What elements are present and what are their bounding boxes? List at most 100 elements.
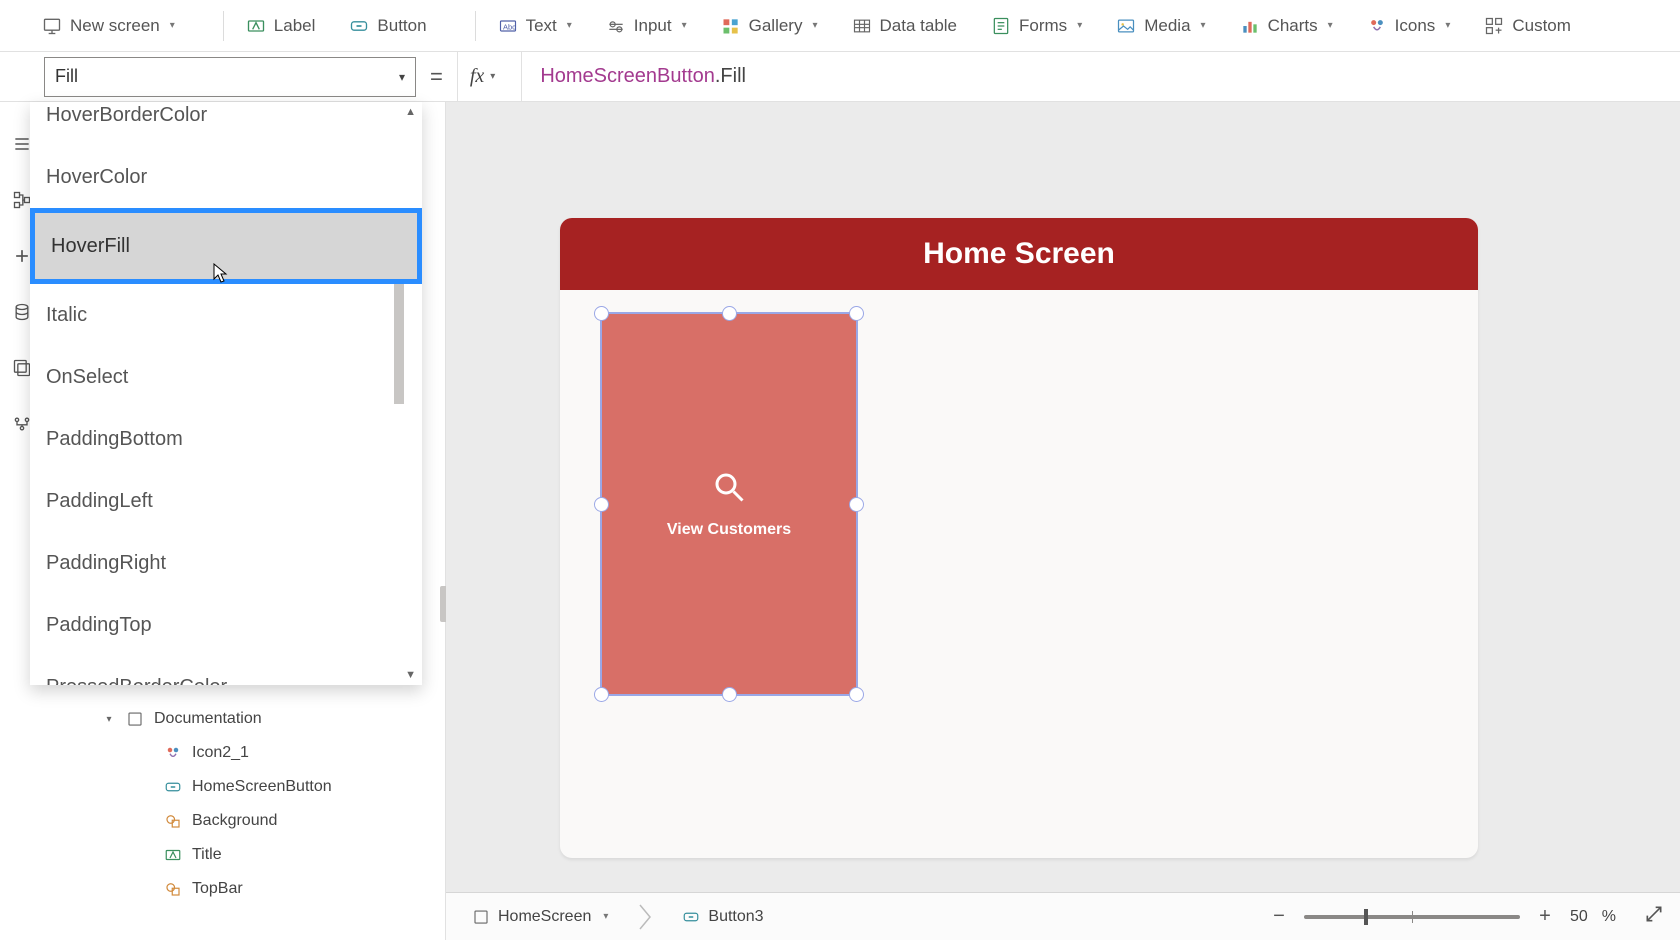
formula-prop: .Fill [715,65,746,88]
chevron-down-icon: ▾ [399,70,405,84]
resize-handle[interactable] [849,687,864,702]
chevron-down-icon: ▾ [567,20,572,31]
screen-icon [42,16,62,36]
tree-folder-documentation[interactable]: ▾ Documentation [44,702,445,736]
icons-icon [164,744,182,762]
insert-charts-text: Charts [1268,16,1318,36]
equals-sign: = [430,64,443,90]
dropdown-item-label: HoverFill [51,235,130,258]
icons-icon [1367,16,1387,36]
property-dropdown[interactable]: ▲ ▼ HoverBorderColor HoverColor HoverFil… [30,102,422,685]
table-icon [852,16,872,36]
resize-handle[interactable] [849,306,864,321]
gallery-icon [721,16,741,36]
new-screen-menu[interactable]: New screen ▾ [38,10,179,42]
resize-handle[interactable] [722,687,737,702]
input-icon [606,16,626,36]
property-selector-value: Fill [55,66,78,87]
chevron-down-icon: ▾ [1328,20,1333,31]
new-screen-label: New screen [70,16,160,36]
fit-to-window-icon[interactable] [1644,904,1664,929]
tree-item-background[interactable]: Background [44,804,445,838]
resize-handle[interactable] [594,687,609,702]
dropdown-item[interactable]: HoverColor [30,146,422,208]
resize-handle[interactable] [722,306,737,321]
dropdown-item-highlighted[interactable]: HoverFill [30,208,422,284]
svg-text:Abc: Abc [503,22,516,31]
tree-item-title[interactable]: Title [44,838,445,872]
fx-icon: fx [470,65,484,88]
zoom-in-button[interactable]: + [1534,906,1556,928]
label-icon [164,846,182,864]
insert-button-text: Button [377,16,426,36]
button-icon [349,16,369,36]
resize-handle[interactable] [849,497,864,512]
tree-item-label: Background [192,812,277,830]
insert-label-text: Label [274,16,316,36]
chevron-down-icon: ▾ [102,714,116,725]
canvas-stage[interactable]: Home Screen View Customers [446,102,1680,892]
formula-ref: HomeScreenButton [540,65,715,88]
insert-forms-menu[interactable]: Forms ▾ [987,10,1086,42]
zoom-out-button[interactable]: − [1268,906,1290,928]
chevron-down-icon: ▾ [1077,20,1082,31]
dropdown-item[interactable]: PaddingBottom [30,408,422,470]
ribbon-separator [475,11,476,41]
dropdown-item[interactable]: HoverBorderColor [30,102,422,146]
insert-forms-text: Forms [1019,16,1067,36]
insert-datatable-button[interactable]: Data table [848,10,962,42]
zoom-value: 50 [1570,908,1588,926]
insert-charts-menu[interactable]: Charts ▾ [1236,10,1337,42]
tree-item-label: Icon2_1 [192,744,249,762]
insert-gallery-menu[interactable]: Gallery ▾ [717,10,822,42]
selected-button-control[interactable]: View Customers [600,312,858,696]
tree-item-icon2-1[interactable]: Icon2_1 [44,736,445,770]
search-icon [711,469,747,505]
property-selector[interactable]: Fill ▾ [44,57,416,97]
shape-icon [164,880,182,898]
forms-icon [991,16,1011,36]
dropdown-item[interactable]: Italic [30,284,422,346]
canvas-area: Home Screen View Customers [446,102,1680,940]
breadcrumb-screen-label: HomeScreen [498,908,591,926]
cursor-icon [213,263,229,283]
zoom-slider[interactable] [1304,915,1520,919]
tree-item-topbar[interactable]: TopBar [44,872,445,906]
dropdown-item[interactable]: PaddingTop [30,594,422,656]
button-icon [164,778,182,796]
button-icon [682,908,700,926]
insert-button-button[interactable]: Button [345,10,430,42]
resize-handle[interactable] [594,306,609,321]
zoom-slider-thumb[interactable] [1364,909,1368,925]
tree-item-homescreenbutton[interactable]: HomeScreenButton [44,770,445,804]
dropdown-item[interactable]: PaddingRight [30,532,422,594]
insert-input-menu[interactable]: Input ▾ [602,10,691,42]
insert-label-button[interactable]: Label [242,10,320,42]
tree-item-label: Title [192,846,222,864]
insert-custom-menu[interactable]: Custom [1480,10,1575,42]
chevron-down-icon: ▾ [170,20,175,31]
insert-media-menu[interactable]: Media ▾ [1112,10,1209,42]
screen-icon [472,908,490,926]
dropdown-item[interactable]: OnSelect [30,346,422,408]
main-content: ▾ Documentation Icon2_1 HomeScreenButton… [0,102,1680,940]
formula-input[interactable]: HomeScreenButton.Fill [521,52,746,101]
fx-launcher[interactable]: fx ▾ [457,52,507,102]
ribbon-separator [223,11,224,41]
button-label: View Customers [667,521,791,539]
insert-icons-menu[interactable]: Icons ▾ [1363,10,1455,42]
screen-preview[interactable]: Home Screen View Customers [560,218,1478,858]
breadcrumb-selected[interactable]: Button3 [672,904,773,930]
dropdown-item[interactable]: PressedBorderColor [30,656,422,685]
resize-handle[interactable] [594,497,609,512]
insert-text-text: Text [526,16,557,36]
breadcrumb-screen[interactable]: HomeScreen ▾ [462,904,618,930]
tree-item-label: TopBar [192,880,243,898]
label-icon [246,16,266,36]
breadcrumb-separator-icon [636,903,654,931]
insert-text-menu[interactable]: Abc Text ▾ [494,10,576,42]
dropdown-item[interactable]: PaddingLeft [30,470,422,532]
charts-icon [1240,16,1260,36]
media-icon [1116,16,1136,36]
chevron-down-icon: ▾ [1445,20,1450,31]
